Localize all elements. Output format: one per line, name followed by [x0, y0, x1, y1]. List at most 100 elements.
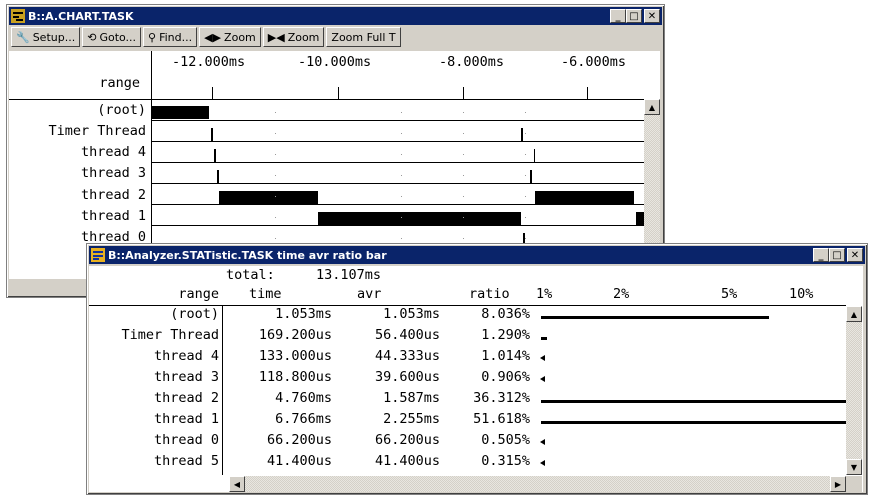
header-2pct: 2%: [613, 286, 630, 302]
goto-button[interactable]: ⟲ Goto...: [82, 27, 142, 47]
header-time: time: [249, 286, 282, 302]
grid-dot: [525, 196, 526, 197]
timeline: [152, 162, 644, 163]
header-ratio: ratio: [469, 286, 510, 302]
ratio-arrow-icon: [540, 355, 545, 361]
stat-vertical-scrollbar[interactable]: [846, 306, 862, 475]
ruler-baseline: [9, 99, 645, 100]
grid-dot: [463, 238, 464, 239]
row-label: thread 2: [80, 187, 146, 203]
minimize-icon: _: [818, 249, 824, 261]
thread4-event-mark: [214, 149, 216, 162]
thread1-active-bar: [636, 212, 644, 225]
ratio-arrow-icon: [540, 460, 545, 466]
row-time: 66.200us: [266, 432, 332, 448]
chart-minimize-button[interactable]: _: [610, 9, 626, 23]
grid-dot: [401, 238, 402, 239]
row-avr: 44.333us: [374, 348, 440, 364]
ratio-arrow-icon: [540, 376, 545, 382]
row-label: thread 4: [80, 144, 146, 160]
row-avr: 2.255ms: [383, 411, 440, 427]
chart-close-button[interactable]: ✕: [644, 9, 660, 23]
ratio-bar: [541, 316, 769, 319]
row-ratio: 1.014%: [481, 348, 530, 364]
chart-window-titlebar[interactable]: B::A.CHART.TASK _ □ ✕: [9, 7, 662, 25]
total-value: 13.107ms: [316, 267, 382, 283]
row-ratio: 51.618%: [473, 411, 530, 427]
grid-dot: [275, 217, 276, 218]
stat-scroll-up-button[interactable]: ▲: [846, 306, 862, 322]
ratio-bar: [541, 421, 847, 424]
thread3-event-mark: [217, 170, 219, 183]
resize-grip[interactable]: [846, 476, 862, 492]
row-label: thread 3: [80, 165, 146, 181]
total-label: total:: [226, 267, 275, 283]
timer-event-mark: [521, 128, 523, 141]
row-label: Timer Thread: [48, 123, 146, 139]
row-range: thread 1: [153, 411, 219, 427]
major-tick: [151, 51, 152, 100]
zoom-out-button[interactable]: ◀▶ Zoom: [199, 27, 261, 47]
stat-scroll-left-button[interactable]: ◀: [229, 476, 245, 492]
maximize-icon: □: [832, 249, 842, 261]
stat-scroll-right-button[interactable]: ▶: [830, 476, 846, 492]
stat-close-button[interactable]: ✕: [847, 248, 863, 262]
row-range: thread 0: [153, 432, 219, 448]
grid-dot: [463, 112, 464, 113]
stat-scroll-down-button[interactable]: ▼: [846, 459, 862, 475]
grid-dot: [275, 196, 276, 197]
grid-dot: [401, 154, 402, 155]
row-avr: 1.053ms: [383, 306, 440, 322]
grid-dot: [275, 175, 276, 176]
grid-dot: [525, 238, 526, 239]
grid-dot: [525, 112, 526, 113]
row-time: 4.760ms: [275, 390, 332, 406]
stat-window-titlebar[interactable]: B::Analyzer.STATistic.TASK time avr rati…: [89, 246, 865, 264]
binoculars-icon: ⚲: [148, 30, 157, 44]
chart-scroll-up-button[interactable]: ▲: [644, 99, 660, 115]
header-avr: avr: [357, 286, 382, 302]
row-label: thread 1: [80, 208, 146, 224]
chart-app-icon: [11, 9, 25, 23]
stat-maximize-button[interactable]: □: [829, 248, 845, 262]
chart-window-title: B::A.CHART.TASK: [28, 9, 134, 23]
setup-button[interactable]: 🔧 Setup...: [11, 27, 81, 47]
grid-dot: [463, 196, 464, 197]
grid-dot: [275, 133, 276, 134]
time-label: -6.000ms: [561, 54, 627, 70]
root-active-bar: [152, 106, 209, 119]
timeline: [152, 183, 644, 184]
timeline: [152, 141, 644, 142]
row-ratio: 0.906%: [481, 369, 530, 385]
zoom-in-label: Zoom: [287, 30, 320, 44]
row-range: (root): [170, 306, 219, 322]
row-avr: 56.400us: [374, 327, 440, 343]
grid-dot: [275, 238, 276, 239]
timeline: [152, 204, 644, 205]
stat-horizontal-scrollbar[interactable]: [229, 476, 846, 492]
close-icon: ✕: [647, 10, 657, 22]
grid-dot: [525, 154, 526, 155]
grid-dot: [401, 112, 402, 113]
grid-dot: [525, 217, 526, 218]
zoom-full-button[interactable]: Zoom Full T: [326, 27, 401, 47]
grid-dot: [525, 175, 526, 176]
ratio-bar: [541, 400, 847, 403]
grid-dot: [275, 154, 276, 155]
range-header: range: [99, 75, 140, 91]
zoom-in-button[interactable]: ▶◀ Zoom: [262, 27, 325, 47]
timer-event-mark: [211, 128, 213, 141]
row-ratio: 8.036%: [481, 306, 530, 322]
ratio-bar: [541, 337, 547, 340]
find-button[interactable]: ⚲ Find...: [143, 27, 198, 47]
grid-dot: [525, 133, 526, 134]
grid-dot: [401, 217, 402, 218]
row-avr: 39.600us: [374, 369, 440, 385]
time-label: -8.000ms: [439, 54, 505, 70]
row-avr: 66.200us: [374, 432, 440, 448]
label-separator: [222, 305, 223, 475]
maximize-icon: □: [629, 10, 639, 22]
stat-minimize-button[interactable]: _: [813, 248, 829, 262]
chart-maximize-button[interactable]: □: [626, 9, 642, 23]
statistic-app-icon: [91, 248, 105, 262]
